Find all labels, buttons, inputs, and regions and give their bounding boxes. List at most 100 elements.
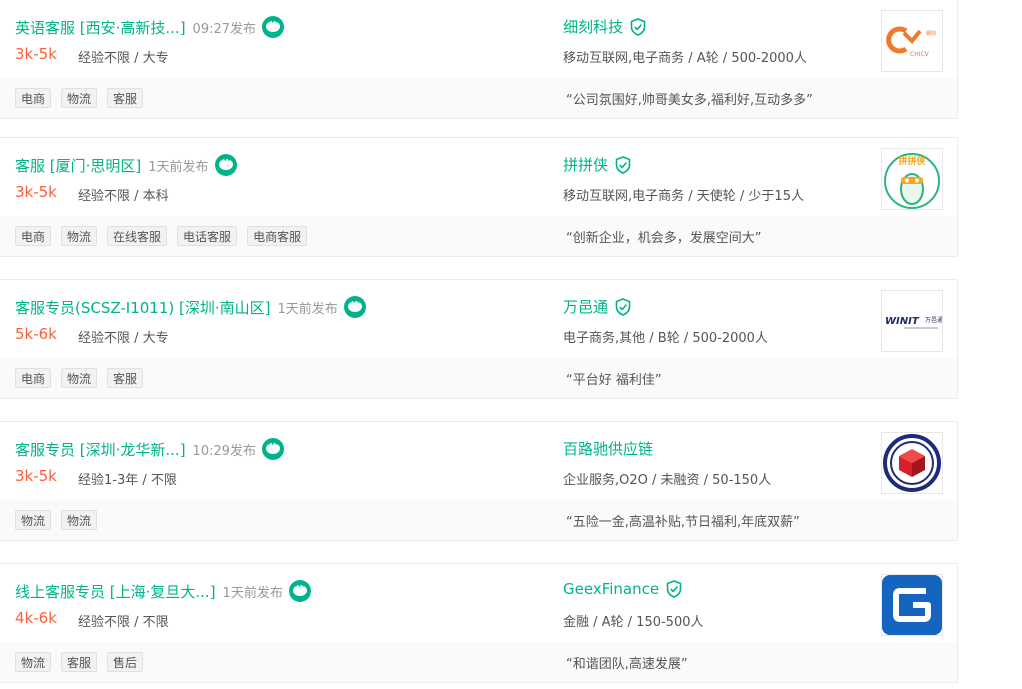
verified-shield-icon — [615, 297, 631, 316]
chat-icon[interactable] — [214, 154, 237, 176]
job-tag: 物流 — [15, 510, 52, 530]
job-tag: 物流 — [15, 652, 52, 672]
job-title-link[interactable]: 线上客服专员 [上海·复旦大...] — [15, 581, 216, 602]
job-card-footer: 电商 物流 在线客服 电话客服 电商客服 “创新企业，机会多，发展空间大” — [0, 216, 957, 256]
company-industry: 金融 / A轮 / 150-500人 — [563, 615, 704, 630]
svg-text:WINIT: WINIT — [885, 316, 920, 327]
job-tag: 电商 — [15, 88, 52, 108]
job-tag: 物流 — [61, 226, 98, 246]
job-card-main: 英语客服 [西安·高新技...] 09:27发布 3k-5k 经验不限 / 大专… — [0, 0, 957, 78]
job-title-row: 客服专员(SCSZ-I1011) [深圳·南山区] 1天前发布 — [15, 294, 366, 320]
job-requirements: 经验不限 / 大专 — [78, 51, 169, 66]
publish-time: 1天前发布 — [222, 585, 283, 601]
job-card[interactable]: 客服专员(SCSZ-I1011) [深圳·南山区] 1天前发布 5k-6k 经验… — [0, 279, 958, 399]
salary: 3k-5k — [15, 45, 57, 63]
salary: 3k-5k — [15, 467, 57, 485]
company-name-link[interactable]: 细刻科技 — [563, 16, 623, 37]
job-title-link[interactable]: 英语客服 [西安·高新技...] — [15, 17, 186, 38]
company-logo-icon: 細刻 CHICV — [886, 26, 936, 58]
job-requirements: 经验不限 / 本科 — [78, 189, 169, 204]
job-card[interactable]: 英语客服 [西安·高新技...] 09:27发布 3k-5k 经验不限 / 大专… — [0, 0, 958, 119]
job-tag: 电商 — [15, 226, 52, 246]
svg-text:CHICV: CHICV — [910, 51, 930, 58]
job-tag: 电商客服 — [247, 226, 308, 246]
company-logo[interactable] — [881, 432, 943, 494]
company-slogan: “平台好 福利佳” — [566, 373, 662, 388]
chat-icon[interactable] — [262, 16, 285, 38]
job-requirements: 经验不限 / 大专 — [78, 331, 169, 346]
job-tags: 物流 客服 售后 — [15, 652, 153, 672]
company-logo[interactable]: 細刻 CHICV — [881, 10, 943, 72]
job-title-row: 客服 [厦门·思明区] 1天前发布 — [15, 152, 237, 178]
company-name-link[interactable]: 拼拼侠 — [563, 154, 608, 175]
verified-shield-icon — [630, 17, 646, 36]
job-tag: 电话客服 — [177, 226, 238, 246]
company-row: GeexFinance — [563, 580, 682, 598]
job-card-main: 线上客服专员 [上海·复旦大...] 1天前发布 4k-6k 经验不限 / 不限… — [0, 564, 957, 642]
job-title-row: 英语客服 [西安·高新技...] 09:27发布 — [15, 14, 285, 40]
job-requirements: 经验1-3年 / 不限 — [78, 473, 177, 488]
job-tag: 在线客服 — [107, 226, 168, 246]
company-logo[interactable]: WINIT 万邑通 — [881, 290, 943, 352]
company-name-link[interactable]: 万邑通 — [563, 296, 608, 317]
company-logo[interactable]: 拼拼侠 — [881, 148, 943, 210]
job-card-main: 客服专员(SCSZ-I1011) [深圳·南山区] 1天前发布 5k-6k 经验… — [0, 280, 957, 358]
job-card-footer: 物流 物流 “五险一金,高温补贴,节日福利,年底双薪” — [0, 500, 957, 540]
job-card-footer: 物流 客服 售后 “和谐团队,高速发展” — [0, 642, 957, 682]
publish-time: 10:29发布 — [192, 443, 257, 459]
publish-time: 1天前发布 — [277, 301, 338, 317]
company-name-link[interactable]: 百路驰供应链 — [563, 438, 653, 459]
job-tag: 客服 — [107, 368, 144, 388]
job-title-row: 客服专员 [深圳·龙华新...] 10:29发布 — [15, 436, 285, 462]
job-tag: 电商 — [15, 368, 52, 388]
company-row: 拼拼侠 — [563, 154, 631, 175]
salary: 4k-6k — [15, 609, 57, 627]
company-row: 万邑通 — [563, 296, 631, 317]
company-slogan: “创新企业，机会多，发展空间大” — [566, 231, 762, 246]
job-title-row: 线上客服专员 [上海·复旦大...] 1天前发布 — [15, 578, 311, 604]
company-logo-icon: WINIT 万邑通 — [885, 316, 942, 329]
company-industry: 企业服务,O2O / 未融资 / 50-150人 — [563, 473, 772, 488]
company-slogan: “公司氛围好,帅哥美女多,福利好,互动多多” — [566, 93, 813, 108]
company-slogan: “五险一金,高温补贴,节日福利,年底双薪” — [566, 515, 800, 530]
company-logo-icon — [882, 575, 942, 635]
job-title-link[interactable]: 客服 [厦门·思明区] — [15, 155, 141, 176]
company-logo[interactable] — [881, 574, 943, 636]
job-tag: 客服 — [61, 652, 98, 672]
job-tag: 物流 — [61, 368, 98, 388]
job-tags: 物流 物流 — [15, 510, 107, 530]
job-tag: 物流 — [61, 88, 98, 108]
svg-text:細刻: 細刻 — [926, 30, 936, 37]
company-industry: 移动互联网,电子商务 / 天使轮 / 少于15人 — [563, 189, 804, 204]
salary: 5k-6k — [15, 325, 57, 343]
job-title-link[interactable]: 客服专员 [深圳·龙华新...] — [15, 439, 186, 460]
company-logo-icon — [883, 434, 941, 492]
job-card-main: 客服 [厦门·思明区] 1天前发布 3k-5k 经验不限 / 本科 拼拼侠 移动… — [0, 138, 957, 216]
svg-text:万邑通: 万邑通 — [925, 316, 942, 324]
job-tag: 物流 — [61, 510, 98, 530]
svg-text:拼拼侠: 拼拼侠 — [898, 155, 926, 167]
publish-time: 1天前发布 — [148, 159, 209, 175]
company-industry: 电子商务,其他 / B轮 / 500-2000人 — [563, 331, 768, 346]
chat-icon[interactable] — [262, 438, 285, 460]
chat-icon[interactable] — [343, 296, 366, 318]
job-tag: 客服 — [107, 88, 144, 108]
salary: 3k-5k — [15, 183, 57, 201]
job-card-footer: 电商 物流 客服 “公司氛围好,帅哥美女多,福利好,互动多多” — [0, 78, 957, 118]
job-tags: 电商 物流 在线客服 电话客服 电商客服 — [15, 226, 317, 246]
job-tags: 电商 物流 客服 — [15, 88, 153, 108]
job-card[interactable]: 线上客服专员 [上海·复旦大...] 1天前发布 4k-6k 经验不限 / 不限… — [0, 563, 958, 683]
chat-icon[interactable] — [288, 580, 311, 602]
publish-time: 09:27发布 — [192, 21, 257, 37]
job-card-main: 客服专员 [深圳·龙华新...] 10:29发布 3k-5k 经验1-3年 / … — [0, 422, 957, 500]
company-name-link[interactable]: GeexFinance — [563, 580, 659, 598]
verified-shield-icon — [666, 580, 682, 598]
verified-shield-icon — [615, 155, 631, 174]
company-row: 细刻科技 — [563, 16, 646, 37]
job-card-footer: 电商 物流 客服 “平台好 福利佳” — [0, 358, 957, 398]
job-title-link[interactable]: 客服专员(SCSZ-I1011) [深圳·南山区] — [15, 297, 270, 318]
job-card[interactable]: 客服 [厦门·思明区] 1天前发布 3k-5k 经验不限 / 本科 拼拼侠 移动… — [0, 137, 958, 257]
job-tags: 电商 物流 客服 — [15, 368, 153, 388]
company-row: 百路驰供应链 — [563, 438, 653, 459]
job-card[interactable]: 客服专员 [深圳·龙华新...] 10:29发布 3k-5k 经验1-3年 / … — [0, 421, 958, 541]
